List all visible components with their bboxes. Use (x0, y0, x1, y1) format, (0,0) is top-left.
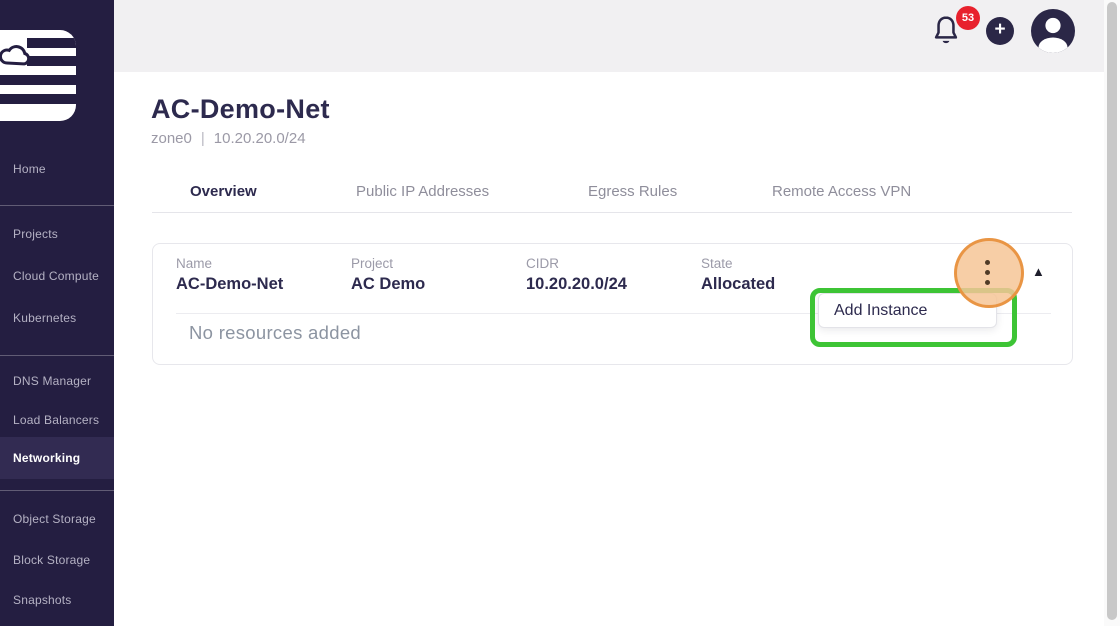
sidebar-item-object-storage[interactable]: Object Storage (0, 511, 114, 527)
kebab-menu-icon[interactable] (985, 260, 991, 290)
sidebar-item-networking[interactable]: Networking (0, 450, 114, 466)
tabs-divider (152, 212, 1072, 213)
cloud-flag-logo (0, 30, 76, 126)
page-title: AC-Demo-Net (151, 94, 330, 125)
sidebar-item-load-balancers[interactable]: Load Balancers (0, 412, 114, 428)
subtitle-separator: | (201, 130, 205, 147)
sidebar-item-snapshots[interactable]: Snapshots (0, 592, 114, 608)
sidebar-item-home[interactable]: Home (0, 161, 114, 177)
scrollbar-track (1104, 0, 1120, 626)
top-bar: 53 + (114, 0, 1104, 72)
scrollbar-thumb[interactable] (1107, 2, 1117, 620)
field-cidr: CIDR 10.20.20.0/24 (526, 256, 627, 294)
sidebar-divider (0, 490, 114, 491)
page-subtitle: zone0 | 10.20.20.0/24 (151, 130, 306, 147)
cidr-label: 10.20.20.0/24 (214, 130, 306, 147)
tab-overview[interactable]: Overview (190, 183, 257, 200)
plus-icon[interactable]: + (986, 17, 1014, 45)
sidebar-item-projects[interactable]: Projects (0, 226, 114, 242)
sidebar: Home Projects Cloud Compute Kubernetes D… (0, 0, 114, 626)
context-menu: Add Instance (818, 293, 997, 328)
field-state: State Allocated (701, 256, 775, 294)
sidebar-divider (0, 355, 114, 356)
sidebar-item-kubernetes[interactable]: Kubernetes (0, 310, 114, 326)
sidebar-divider (0, 205, 114, 206)
field-value: 10.20.20.0/24 (526, 275, 627, 294)
field-label: Project (351, 256, 425, 271)
menu-item-add-instance[interactable]: Add Instance (819, 294, 996, 327)
app-window: 53 + (0, 0, 1120, 626)
tab-remote-access-vpn[interactable]: Remote Access VPN (772, 183, 911, 200)
field-label: State (701, 256, 775, 271)
notification-badge: 53 (956, 6, 980, 30)
zone-label: zone0 (151, 130, 192, 147)
user-avatar-icon[interactable] (1031, 9, 1075, 53)
field-project: Project AC Demo (351, 256, 425, 294)
field-label: CIDR (526, 256, 627, 271)
collapse-arrow-icon[interactable]: ▲ (1032, 264, 1045, 279)
tab-egress-rules[interactable]: Egress Rules (588, 183, 677, 200)
sidebar-item-cloud-compute[interactable]: Cloud Compute (0, 268, 114, 284)
sidebar-item-block-storage[interactable]: Block Storage (0, 552, 114, 568)
field-name: Name AC-Demo-Net (176, 256, 283, 294)
field-label: Name (176, 256, 283, 271)
empty-resources-message: No resources added (189, 322, 361, 344)
field-value: AC-Demo-Net (176, 275, 283, 294)
tab-public-ip-addresses[interactable]: Public IP Addresses (356, 183, 489, 200)
field-value: AC Demo (351, 275, 425, 294)
sidebar-item-dns-manager[interactable]: DNS Manager (0, 373, 114, 389)
field-value: Allocated (701, 275, 775, 294)
